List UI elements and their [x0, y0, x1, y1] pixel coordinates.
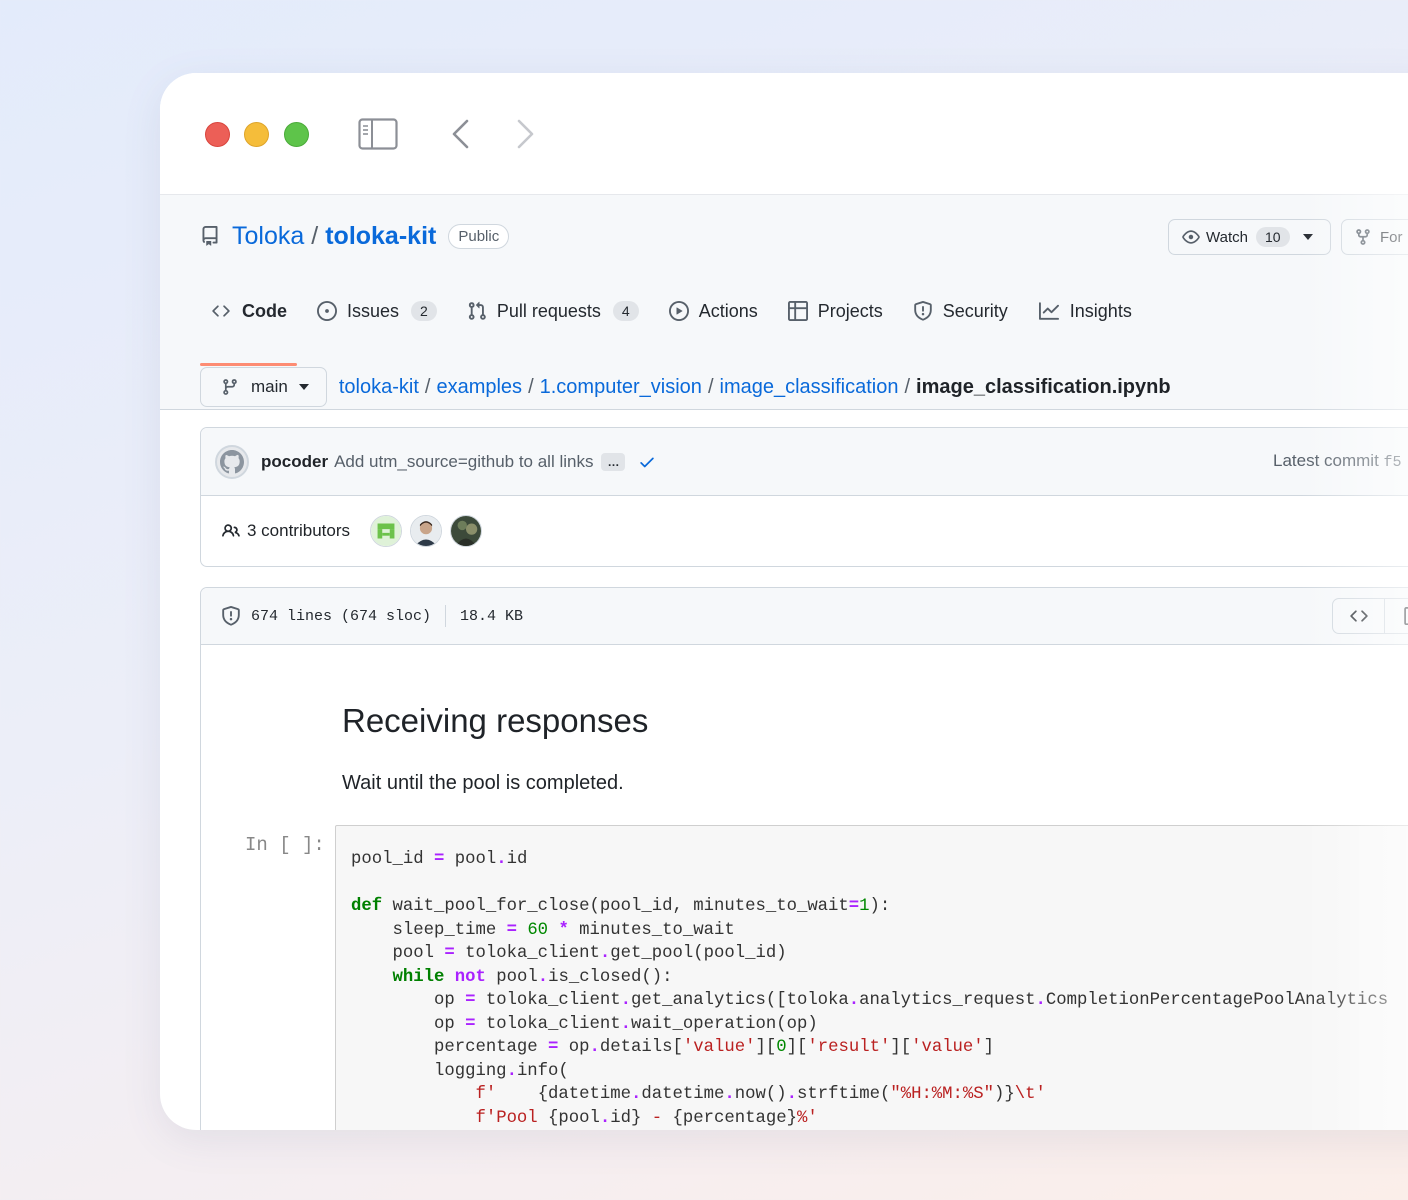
tab-actions[interactable]: Actions	[659, 289, 768, 333]
watch-button[interactable]: Watch 10	[1168, 219, 1331, 255]
repo-title-separator: /	[311, 221, 319, 250]
view-toggle	[1332, 598, 1408, 634]
repo-title: Toloka / toloka-kit Public	[200, 221, 510, 251]
tab-code-label: Code	[242, 300, 287, 321]
code-icon	[1349, 610, 1368, 622]
shield-icon	[914, 301, 932, 321]
expand-commit-button[interactable]: …	[601, 452, 626, 471]
tab-security-label: Security	[942, 300, 1008, 321]
file-path-bar: main toloka-kit / examples / 1.computer_…	[200, 367, 1171, 407]
notebook-markdown-text: Wait until the pool is completed.	[342, 772, 624, 794]
notebook-heading: Receiving responses	[342, 702, 649, 739]
fork-button[interactable]: For	[1341, 219, 1408, 255]
tab-code[interactable]: Code	[200, 289, 297, 366]
commit-message-link[interactable]: Add utm_source=github to all links	[334, 452, 593, 472]
window-titlebar	[160, 73, 1408, 195]
close-window-button[interactable]	[205, 122, 230, 147]
breadcrumb-separator: /	[707, 375, 714, 398]
latest-commit-label: Latest commit	[1273, 451, 1379, 470]
fork-label: For	[1380, 228, 1403, 246]
tab-security[interactable]: Security	[903, 289, 1018, 333]
watch-label: Watch	[1206, 228, 1248, 246]
file-header: 674 lines (674 sloc) 18.4 KB	[201, 588, 1408, 645]
visibility-badge: Public	[448, 223, 510, 249]
graph-icon	[1038, 302, 1059, 320]
tab-pull-requests[interactable]: Pull requests 4	[457, 289, 649, 333]
shield-icon	[222, 606, 240, 626]
file-size: 18.4 KB	[460, 607, 524, 625]
author-avatar[interactable]	[215, 444, 249, 479]
latest-commit-box: pocoder Add utm_source=github to all lin…	[200, 427, 1408, 567]
cell-input-prompt: In [ ]:	[245, 834, 325, 856]
breadcrumb-separator: /	[424, 375, 431, 398]
caret-down-icon	[298, 384, 309, 390]
issue-icon	[317, 301, 337, 321]
breadcrumb-link[interactable]: 1.computer_vision	[540, 376, 702, 399]
display-source-button[interactable]	[1333, 599, 1385, 633]
commit-summary: pocoder Add utm_source=github to all lin…	[201, 428, 1408, 496]
branch-icon	[223, 379, 237, 395]
repo-name-link[interactable]: toloka-kit	[325, 222, 436, 251]
tab-issues-label: Issues	[347, 300, 400, 321]
breadcrumb-link[interactable]: examples	[436, 376, 522, 399]
tab-insights-label: Insights	[1069, 300, 1132, 321]
code-icon	[212, 305, 230, 317]
repo-icon	[202, 226, 218, 246]
play-icon	[668, 301, 689, 321]
file-viewer: 674 lines (674 sloc) 18.4 KB Receiving r…	[200, 587, 1408, 1130]
contributors-row: 3 contributors	[201, 496, 1408, 566]
chevron-left-icon[interactable]	[450, 118, 472, 150]
minimize-window-button[interactable]	[244, 122, 269, 147]
breadcrumb-current-file: image_classification.ipynb	[916, 375, 1171, 398]
caret-down-icon	[1302, 234, 1313, 240]
pull-request-icon	[468, 301, 486, 320]
contributor-avatar[interactable]	[370, 515, 402, 547]
browser-window: Toloka / toloka-kit Public Watch 10 For	[160, 73, 1408, 1130]
github-mark-icon	[220, 449, 244, 473]
tab-projects-label: Projects	[817, 300, 883, 321]
zoom-window-button[interactable]	[284, 122, 309, 147]
branch-select-button[interactable]: main	[200, 367, 327, 407]
commit-hash-link[interactable]: f5	[1384, 454, 1402, 471]
latest-commit-info: Latest commit f5	[1273, 451, 1402, 471]
code-cell: pool_id = pool.id def wait_pool_for_clos…	[335, 825, 1408, 1130]
tab-issues[interactable]: Issues 2	[307, 289, 447, 333]
contributors-link[interactable]: 3 contributors	[247, 521, 350, 541]
file-line-count: 674 lines (674 sloc)	[251, 607, 432, 625]
contributor-avatar[interactable]	[410, 515, 442, 547]
file-icon	[1403, 607, 1408, 625]
tab-pull-requests-label: Pull requests	[496, 300, 601, 321]
sidebar-toggle-icon[interactable]	[358, 118, 398, 150]
pull-requests-count: 4	[612, 301, 639, 321]
tab-projects[interactable]: Projects	[778, 289, 893, 333]
issues-count: 2	[411, 301, 437, 321]
breadcrumb-separator: /	[904, 375, 911, 398]
tab-insights[interactable]: Insights	[1028, 289, 1142, 333]
breadcrumb-separator: /	[528, 375, 534, 398]
breadcrumb-link[interactable]: toloka-kit	[339, 376, 419, 399]
table-icon	[787, 301, 808, 321]
check-icon[interactable]	[637, 453, 657, 471]
fork-icon	[1356, 229, 1370, 245]
chevron-right-icon[interactable]	[514, 118, 536, 150]
people-icon	[222, 524, 240, 537]
watch-count: 10	[1255, 227, 1290, 247]
header-divider	[445, 605, 447, 627]
contributor-avatar[interactable]	[450, 515, 482, 547]
eye-icon	[1182, 230, 1200, 244]
breadcrumb: toloka-kit / examples / 1.computer_visio…	[339, 376, 1171, 399]
breadcrumb-link[interactable]: image_classification	[720, 376, 899, 399]
code-block: pool_id = pool.id def wait_pool_for_clos…	[351, 850, 1389, 1128]
tab-actions-label: Actions	[698, 300, 758, 321]
commit-author-link[interactable]: pocoder	[261, 452, 328, 472]
branch-name: main	[251, 377, 288, 396]
repo-owner-link[interactable]: Toloka	[232, 222, 304, 251]
display-rendered-button[interactable]	[1385, 599, 1408, 633]
